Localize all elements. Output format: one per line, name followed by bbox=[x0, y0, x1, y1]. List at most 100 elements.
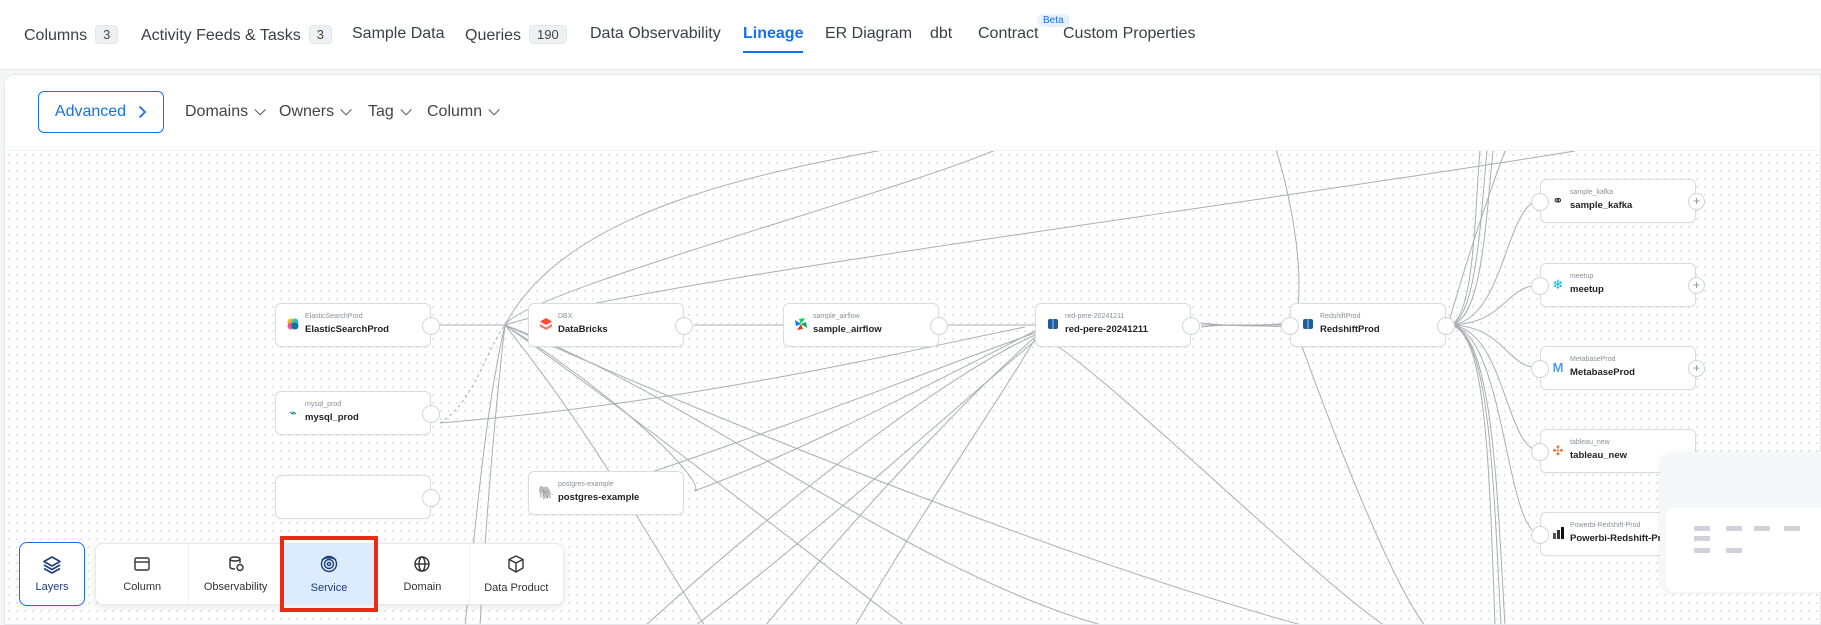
lineage-node-meetup[interactable]: ❄ meetup meetup + bbox=[1531, 263, 1705, 307]
node-name: meetup bbox=[1570, 284, 1604, 295]
kafka-icon: ⚭ bbox=[1552, 193, 1564, 208]
layers-button[interactable]: Layers bbox=[19, 542, 85, 606]
edge bbox=[1447, 324, 1496, 624]
edge bbox=[504, 324, 697, 492]
node-name: red-pere-20241211 bbox=[1065, 324, 1148, 335]
expand-handle[interactable] bbox=[1182, 317, 1200, 335]
node-service-label: tableau_new bbox=[1570, 439, 1610, 446]
edge bbox=[504, 151, 1576, 326]
tableau-icon: ✣ bbox=[1552, 443, 1564, 458]
minimap-node bbox=[1726, 548, 1742, 553]
node-service-label: meetup bbox=[1570, 273, 1594, 280]
node-service-label: ElasticSearchProd bbox=[305, 313, 363, 320]
layer-option-domain[interactable]: Domain bbox=[376, 544, 470, 604]
tab-activity-feeds[interactable]: Activity Feeds & Tasks 3 bbox=[141, 25, 332, 45]
expand-handle[interactable] bbox=[422, 317, 440, 335]
tab-er-diagram[interactable]: ER Diagram bbox=[825, 25, 912, 43]
minimap-node bbox=[1694, 548, 1710, 553]
layer-option-observability[interactable]: Observability bbox=[189, 544, 283, 604]
tab-label: Sample Data bbox=[352, 25, 445, 42]
layer-option-label: Column bbox=[123, 581, 162, 593]
expand-handle[interactable] bbox=[675, 317, 693, 335]
tab-label: Custom Properties bbox=[1063, 25, 1196, 42]
minimap-node bbox=[1784, 526, 1800, 531]
domain-icon bbox=[414, 556, 431, 572]
collapse-handle[interactable] bbox=[1531, 277, 1549, 295]
tab-queries[interactable]: Queries 190 bbox=[465, 25, 567, 45]
chevron-down-icon bbox=[340, 104, 352, 116]
collapse-handle[interactable] bbox=[1531, 360, 1549, 378]
count-badge: 190 bbox=[529, 25, 567, 44]
layer-option-data-product[interactable]: Data Product bbox=[470, 544, 563, 604]
databricks-icon bbox=[538, 317, 554, 333]
tag-dropdown[interactable]: Tag bbox=[368, 103, 412, 121]
tab-sample-data[interactable]: Sample Data bbox=[352, 25, 445, 43]
node-name: ElasticSearchProd bbox=[305, 324, 389, 335]
lineage-node-metabase[interactable]: M MetabaseProd MetabaseProd + bbox=[1531, 346, 1705, 390]
minimap[interactable] bbox=[1660, 452, 1821, 592]
count-badge: 3 bbox=[95, 25, 119, 44]
layer-option-column[interactable]: Column bbox=[96, 544, 190, 604]
plus-icon[interactable]: + bbox=[1688, 277, 1705, 294]
tab-data-observability[interactable]: Data Observability bbox=[590, 25, 721, 43]
collapse-handle[interactable] bbox=[1531, 526, 1549, 544]
node-service-label: sample_kafka bbox=[1570, 189, 1614, 196]
lineage-node-red-pere[interactable]: red-pere-20241211 red-pere-20241211 bbox=[1035, 303, 1200, 347]
expand-handle[interactable] bbox=[422, 489, 440, 507]
node-name: postgres-example bbox=[558, 492, 640, 503]
node-service-label: DBX bbox=[558, 313, 573, 320]
tab-columns[interactable]: Columns 3 bbox=[24, 25, 119, 45]
redshift-icon bbox=[1300, 317, 1316, 333]
minimap-node bbox=[1694, 526, 1710, 531]
owners-dropdown[interactable]: Owners bbox=[279, 103, 352, 121]
advanced-button[interactable]: Advanced bbox=[38, 91, 164, 133]
node-name: Powerbi-Redshift-Prod bbox=[1570, 533, 1673, 544]
tab-label: Data Observability bbox=[590, 25, 721, 42]
advanced-label: Advanced bbox=[54, 103, 127, 120]
collapse-handle[interactable] bbox=[1531, 443, 1549, 461]
observability-icon bbox=[228, 556, 244, 572]
redshift-icon bbox=[1045, 317, 1061, 333]
lineage-node-elasticsearch[interactable]: ElasticSearchProd ElasticSearchProd bbox=[275, 303, 440, 347]
expand-handle[interactable] bbox=[422, 405, 440, 423]
edge bbox=[1447, 151, 1481, 326]
node-name: sample_kafka bbox=[1570, 200, 1633, 211]
chevron-right-icon bbox=[138, 105, 147, 119]
collapse-handle[interactable] bbox=[1531, 193, 1549, 211]
tab-lineage[interactable]: Lineage bbox=[743, 25, 804, 53]
plus-icon[interactable]: + bbox=[1688, 360, 1705, 377]
lineage-node-mysql[interactable]: ⌁ mysql_prod mysql_prod bbox=[275, 391, 440, 435]
node-name: MetabaseProd bbox=[1570, 367, 1635, 378]
node-name: sample_airflow bbox=[813, 324, 882, 335]
edge bbox=[1294, 326, 1425, 624]
tab-label: Lineage bbox=[743, 25, 804, 42]
tab-label: ER Diagram bbox=[825, 25, 913, 42]
lineage-node-partial[interactable] bbox=[275, 475, 440, 519]
node-service-label: mysql_prod bbox=[305, 401, 342, 408]
tab-label: Contract bbox=[978, 25, 1039, 42]
lineage-node-kafka[interactable]: ⚭ sample_kafka sample_kafka + bbox=[1531, 179, 1705, 223]
plus-icon[interactable]: + bbox=[1688, 193, 1705, 210]
expand-handle[interactable] bbox=[930, 317, 948, 335]
chevron-down-icon bbox=[254, 104, 266, 116]
column-dropdown[interactable]: Column bbox=[427, 103, 500, 121]
lineage-node-redshift[interactable]: RedshiftProd RedshiftProd bbox=[1281, 303, 1455, 347]
chevron-down-icon bbox=[400, 104, 412, 116]
postgres-icon: 🐘 bbox=[538, 485, 555, 500]
lineage-node-airflow[interactable]: sample_airflow sample_airflow bbox=[783, 303, 948, 347]
chevron-down-icon bbox=[488, 104, 500, 116]
domains-dropdown[interactable]: Domains bbox=[185, 103, 266, 121]
collapse-handle[interactable] bbox=[1281, 317, 1299, 335]
edge bbox=[766, 336, 1036, 624]
tab-contract[interactable]: Contract bbox=[978, 25, 1038, 43]
tab-dbt[interactable]: dbt bbox=[930, 25, 952, 43]
edge bbox=[1447, 284, 1541, 326]
tab-custom-properties[interactable]: Custom Properties bbox=[1063, 25, 1196, 43]
edge bbox=[1447, 151, 1506, 326]
lineage-node-postgres[interactable]: 🐘 postgres-example postgres-example bbox=[528, 471, 684, 515]
expand-handle[interactable] bbox=[1437, 317, 1455, 335]
edge bbox=[504, 151, 881, 326]
lineage-node-databricks[interactable]: DBX DataBricks bbox=[528, 303, 693, 347]
minimap-node bbox=[1754, 526, 1770, 531]
node-service-label: MetabaseProd bbox=[1570, 356, 1616, 363]
